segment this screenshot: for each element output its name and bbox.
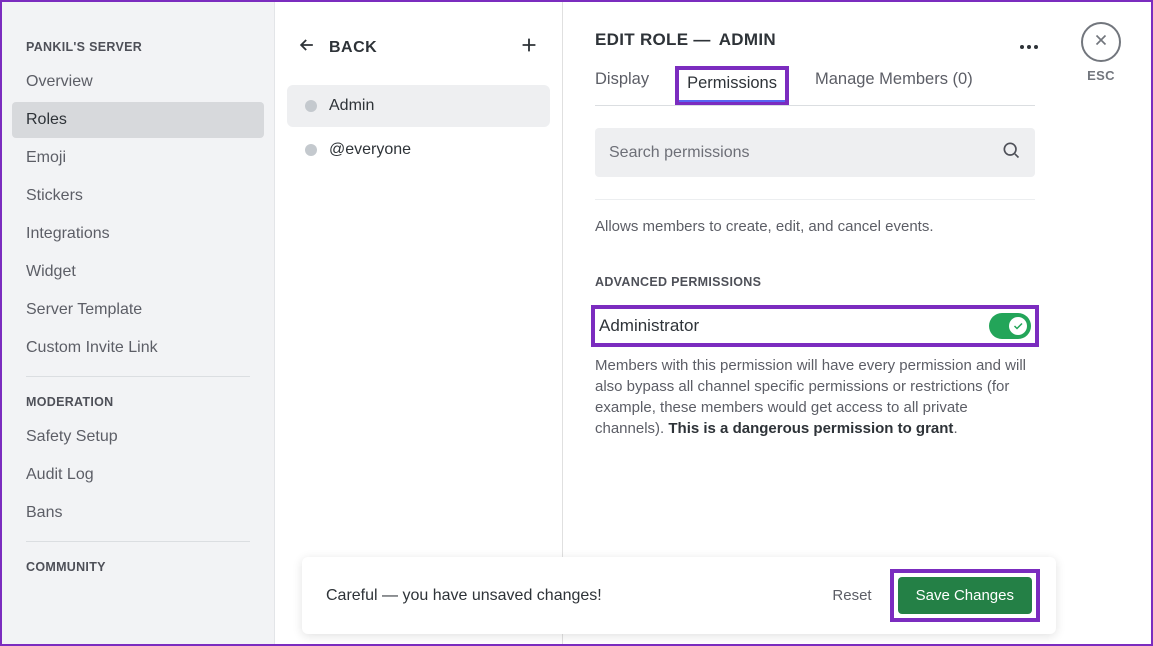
settings-sidebar: PANKIL'S SERVER Overview Roles Emoji Sti… <box>2 2 275 644</box>
arrow-left-icon <box>297 35 317 60</box>
dots-icon <box>1017 46 1041 63</box>
esc-label: ESC <box>1081 68 1121 83</box>
sidebar-item-widget[interactable]: Widget <box>12 254 264 290</box>
unsaved-text: Careful — you have unsaved changes! <box>326 587 602 605</box>
search-permissions[interactable] <box>595 128 1035 177</box>
sidebar-section-community: COMMUNITY <box>12 552 264 582</box>
role-name: @everyone <box>329 141 411 159</box>
permission-description: Members with this permission will have e… <box>595 355 1035 439</box>
tabs: Display Permissions Manage Members (0) <box>595 70 1035 106</box>
plus-icon <box>518 32 540 62</box>
administrator-toggle[interactable] <box>989 313 1031 339</box>
role-color-dot <box>305 100 317 112</box>
role-name: Admin <box>329 97 374 115</box>
reset-button[interactable]: Reset <box>832 587 871 604</box>
tab-permissions[interactable]: Permissions <box>675 66 789 105</box>
role-item-everyone[interactable]: @everyone <box>287 129 550 171</box>
back-label: BACK <box>329 39 377 57</box>
more-options-button[interactable] <box>1017 35 1041 64</box>
role-color-dot <box>305 144 317 156</box>
sidebar-item-overview[interactable]: Overview <box>12 64 264 100</box>
sidebar-item-server-template[interactable]: Server Template <box>12 292 264 328</box>
save-changes-button[interactable]: Save Changes <box>898 577 1032 614</box>
sidebar-divider <box>26 376 250 377</box>
advanced-permissions-label: ADVANCED PERMISSIONS <box>595 275 1035 289</box>
sidebar-divider <box>26 541 250 542</box>
sidebar-section-server: PANKIL'S SERVER <box>12 32 264 62</box>
main-panel: EDIT ROLE — ADMIN Display Permissions Ma… <box>563 2 1151 644</box>
search-input[interactable] <box>609 144 1001 162</box>
sidebar-item-roles[interactable]: Roles <box>12 102 264 138</box>
roles-column: BACK Admin @everyone <box>275 2 563 644</box>
toggle-thumb <box>1009 317 1027 335</box>
sidebar-item-audit-log[interactable]: Audit Log <box>12 457 264 493</box>
save-highlight: Save Changes <box>890 569 1040 622</box>
prior-permission-desc: Allows members to create, edit, and canc… <box>595 218 1035 235</box>
close-icon <box>1092 31 1110 54</box>
divider <box>595 199 1035 200</box>
close-container: ESC <box>1081 22 1121 83</box>
close-button[interactable] <box>1081 22 1121 62</box>
page-title: EDIT ROLE — ADMIN <box>595 30 1035 50</box>
sidebar-item-emoji[interactable]: Emoji <box>12 140 264 176</box>
permission-administrator: Administrator <box>591 305 1039 347</box>
sidebar-item-custom-invite[interactable]: Custom Invite Link <box>12 330 264 366</box>
sidebar-item-stickers[interactable]: Stickers <box>12 178 264 214</box>
add-role-button[interactable] <box>518 32 540 63</box>
sidebar-item-bans[interactable]: Bans <box>12 495 264 531</box>
back-button[interactable]: BACK <box>297 35 377 60</box>
search-icon <box>1001 140 1021 165</box>
unsaved-changes-bar: Careful — you have unsaved changes! Rese… <box>302 557 1056 634</box>
permission-name: Administrator <box>599 316 699 336</box>
role-item-admin[interactable]: Admin <box>287 85 550 127</box>
sidebar-item-safety-setup[interactable]: Safety Setup <box>12 419 264 455</box>
sidebar-item-integrations[interactable]: Integrations <box>12 216 264 252</box>
sidebar-section-moderation: MODERATION <box>12 387 264 417</box>
tab-display[interactable]: Display <box>595 70 649 105</box>
tab-members[interactable]: Manage Members (0) <box>815 70 973 105</box>
